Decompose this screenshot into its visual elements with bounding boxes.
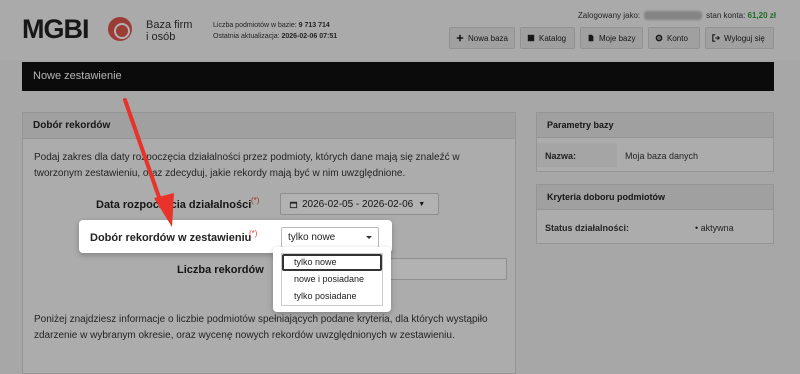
pointer-arrow: [123, 98, 174, 227]
